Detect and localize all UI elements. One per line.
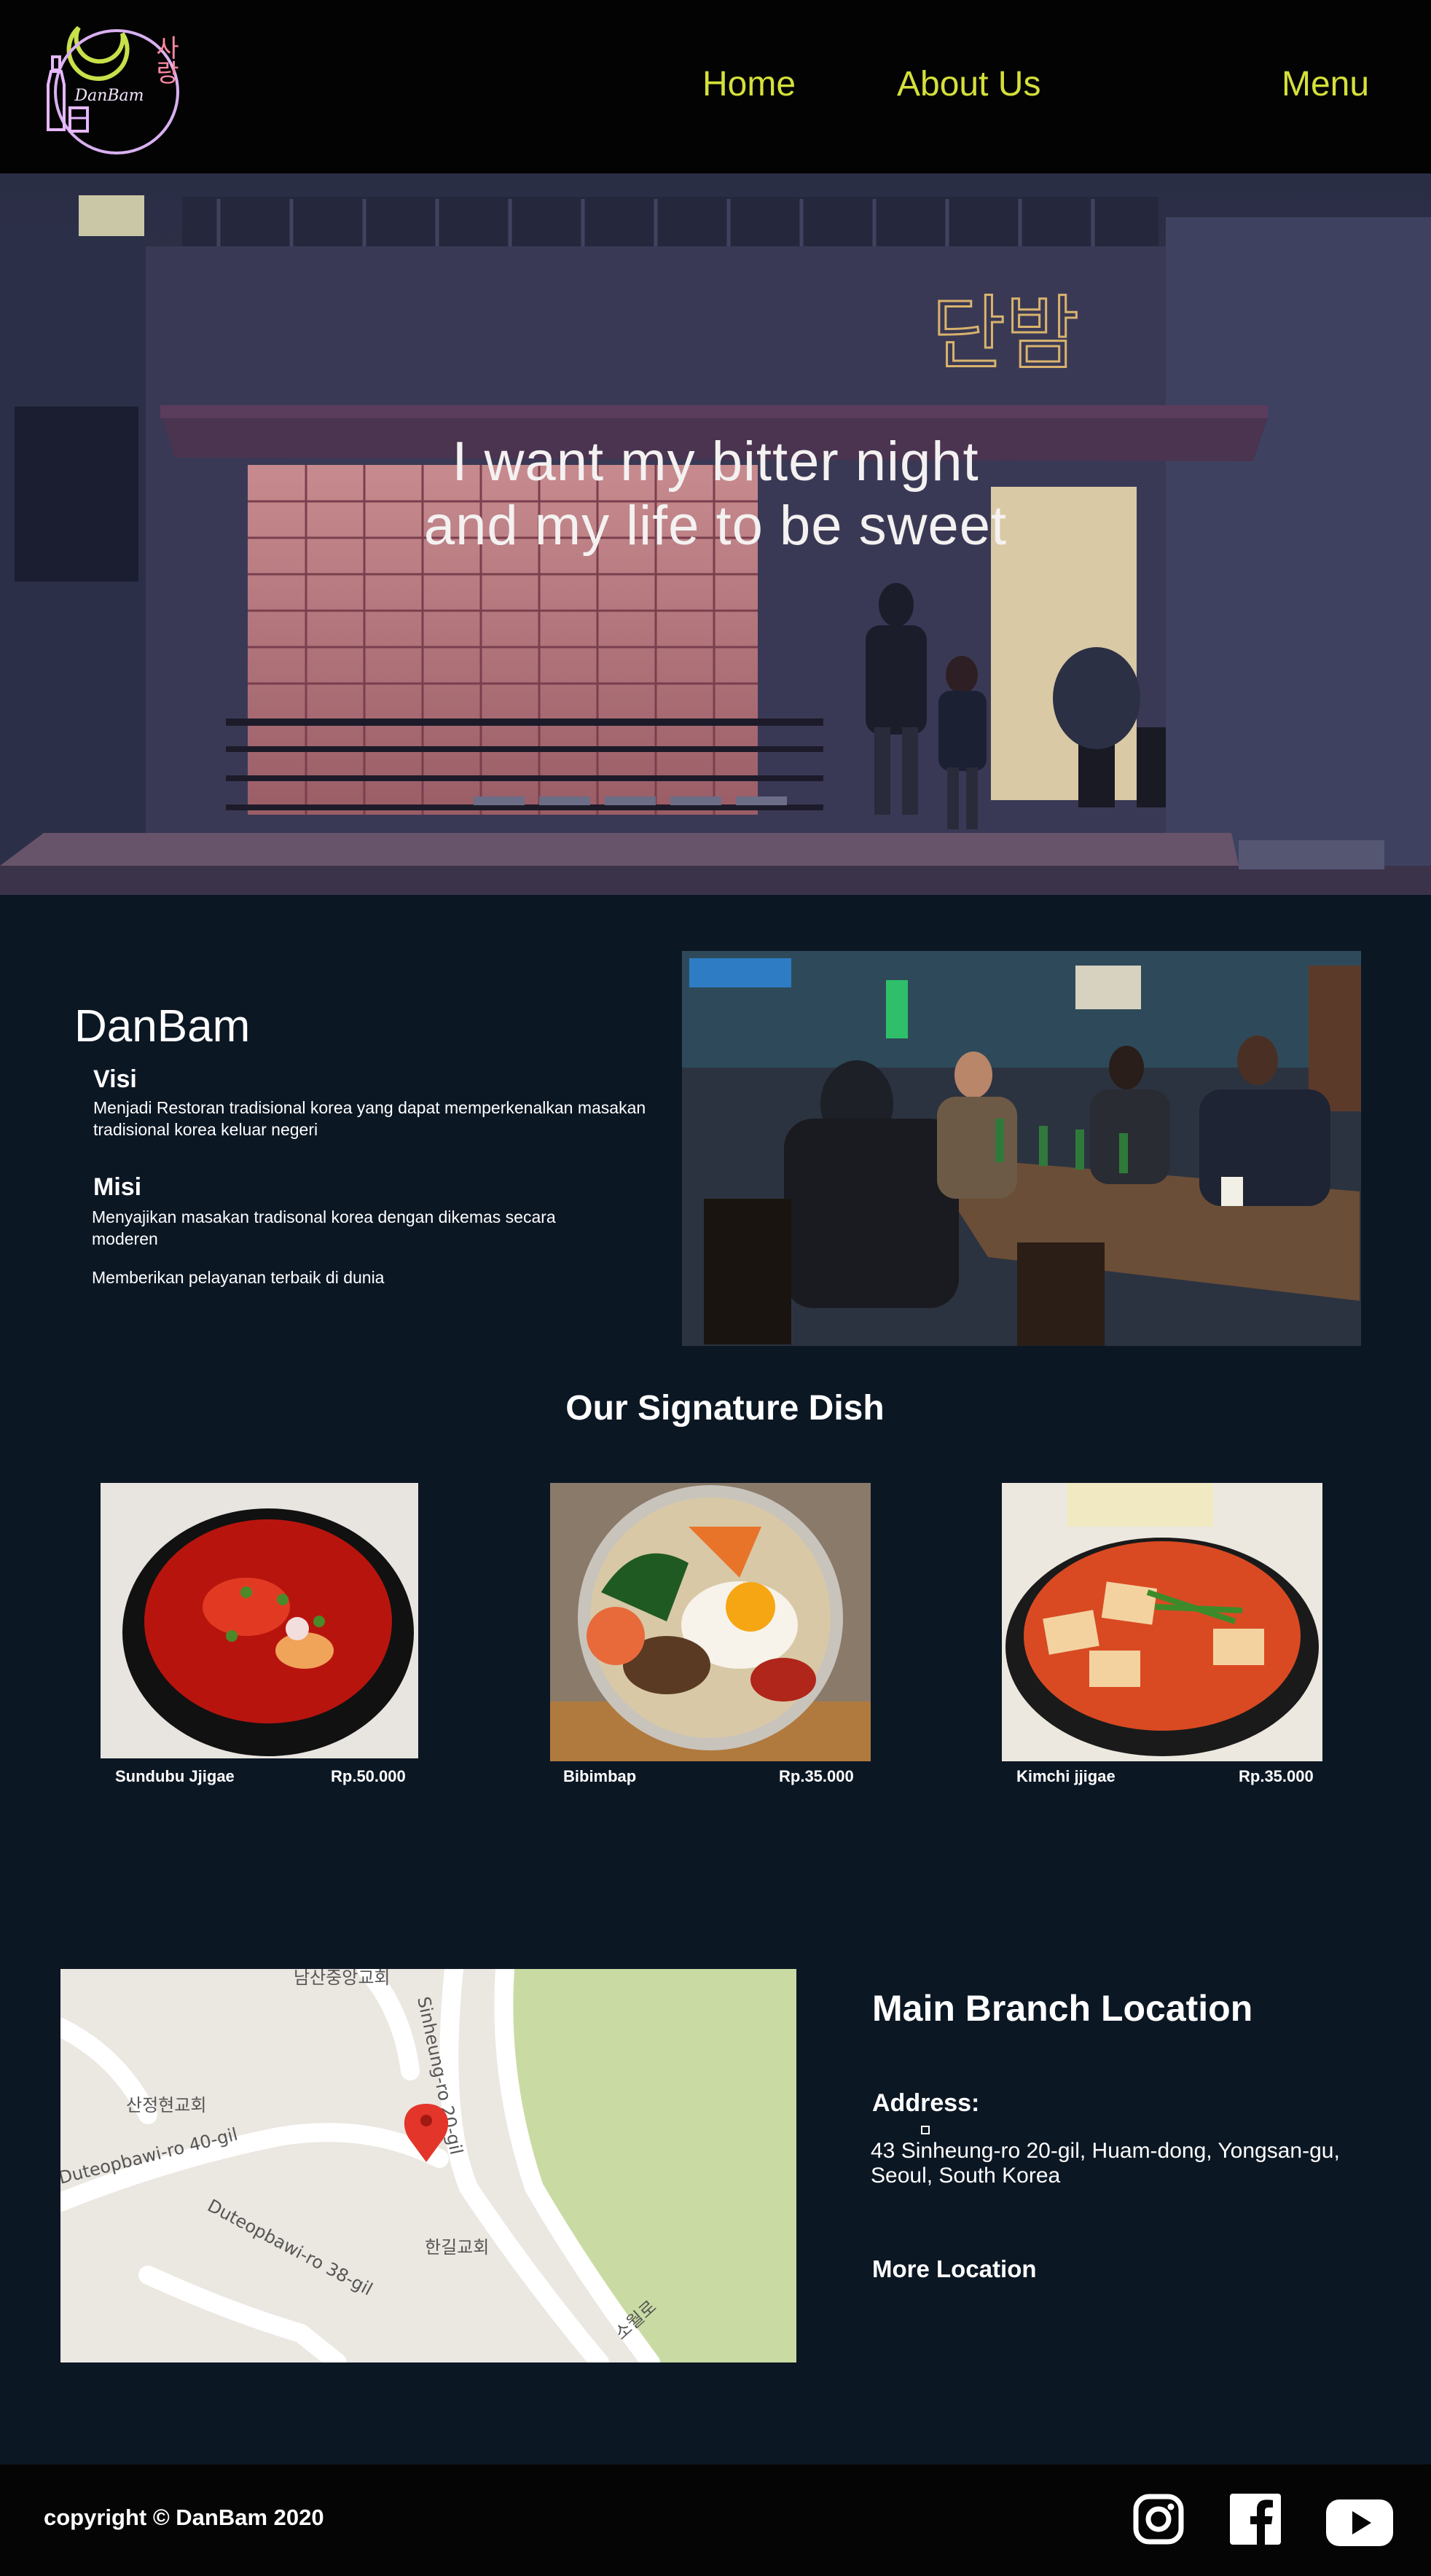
- location-title: Main Branch Location: [872, 1988, 1253, 2029]
- dish-price: Rp.35.000: [779, 1767, 854, 1785]
- site-header: DanBam 사 랑 Home About Us Menu: [0, 0, 1431, 173]
- dish-card-kimchi[interactable]: Kimchi jjigae Rp.35.000: [1002, 1483, 1322, 1785]
- nav-about-link[interactable]: About Us: [897, 64, 1040, 104]
- map-label: 남산중앙교회: [294, 1969, 390, 1988]
- hero-banner: 단밤 I want my bitter night and my life to…: [0, 173, 1431, 895]
- restaurant-photo: [682, 951, 1361, 1346]
- site-footer: copyright © DanBam 2020: [0, 2465, 1431, 2576]
- visi-text: Menjadi Restoran tradisional korea yang …: [93, 1098, 646, 1139]
- misi-text-1: Menyajikan masakan tradisonal korea deng…: [92, 1207, 556, 1248]
- dish-card-bibimbap[interactable]: Bibimbap Rp.35.000: [550, 1483, 871, 1785]
- location-map[interactable]: 산정현교회 Duteopbawi-ro 40-gil Duteopbawi-ro…: [60, 1969, 796, 2362]
- visi-heading: Visi: [93, 1065, 137, 1093]
- dish-image: [550, 1483, 871, 1761]
- svg-text:랑: 랑: [156, 59, 179, 88]
- dish-price: Rp.50.000: [331, 1767, 406, 1785]
- copyright-text: copyright © DanBam 2020: [44, 2505, 324, 2530]
- dish-name: Sundubu Jjigae: [115, 1767, 235, 1785]
- map-label: 한길교회: [425, 2237, 489, 2258]
- nav-home-link[interactable]: Home: [702, 64, 796, 104]
- dish-price: Rp.35.000: [1239, 1767, 1314, 1785]
- dish-name: Bibimbap: [563, 1767, 637, 1785]
- danbam-logo[interactable]: DanBam 사 랑: [36, 6, 189, 163]
- youtube-icon[interactable]: [1326, 2499, 1393, 2550]
- logo-text: DanBam: [74, 87, 144, 105]
- dish-name: Kimchi jjigae: [1016, 1767, 1116, 1785]
- neon-sign: 단밤: [932, 287, 1079, 380]
- nav-menu-link[interactable]: Menu: [1282, 64, 1369, 104]
- hero-tagline-line2: and my life to be sweet: [423, 495, 1008, 557]
- address-label: Address:: [872, 2089, 980, 2117]
- facebook-icon[interactable]: [1230, 2494, 1281, 2548]
- misi-heading: Misi: [93, 1173, 142, 1201]
- dish-image: [101, 1483, 418, 1758]
- about-title: DanBam: [74, 1001, 251, 1052]
- dish-image: [1002, 1483, 1322, 1761]
- dish-card-sundubu[interactable]: Sundubu Jjigae Rp.50.000: [101, 1483, 418, 1785]
- address-text: 43 Sinheung-ro 20-gil, Huam-dong, Yongsa…: [871, 2139, 1340, 2188]
- instagram-icon[interactable]: [1133, 2494, 1184, 2548]
- map-label: 산정현교회: [126, 2095, 206, 2115]
- hero-tagline-line1: I want my bitter night: [452, 431, 979, 493]
- misi-text-2: Memberikan pelayanan terbaik di dunia: [92, 1268, 385, 1287]
- signature-title: Our Signature Dish: [565, 1389, 885, 1428]
- address-marker-icon: [921, 2126, 930, 2134]
- more-location-link[interactable]: More Location: [872, 2255, 1037, 2283]
